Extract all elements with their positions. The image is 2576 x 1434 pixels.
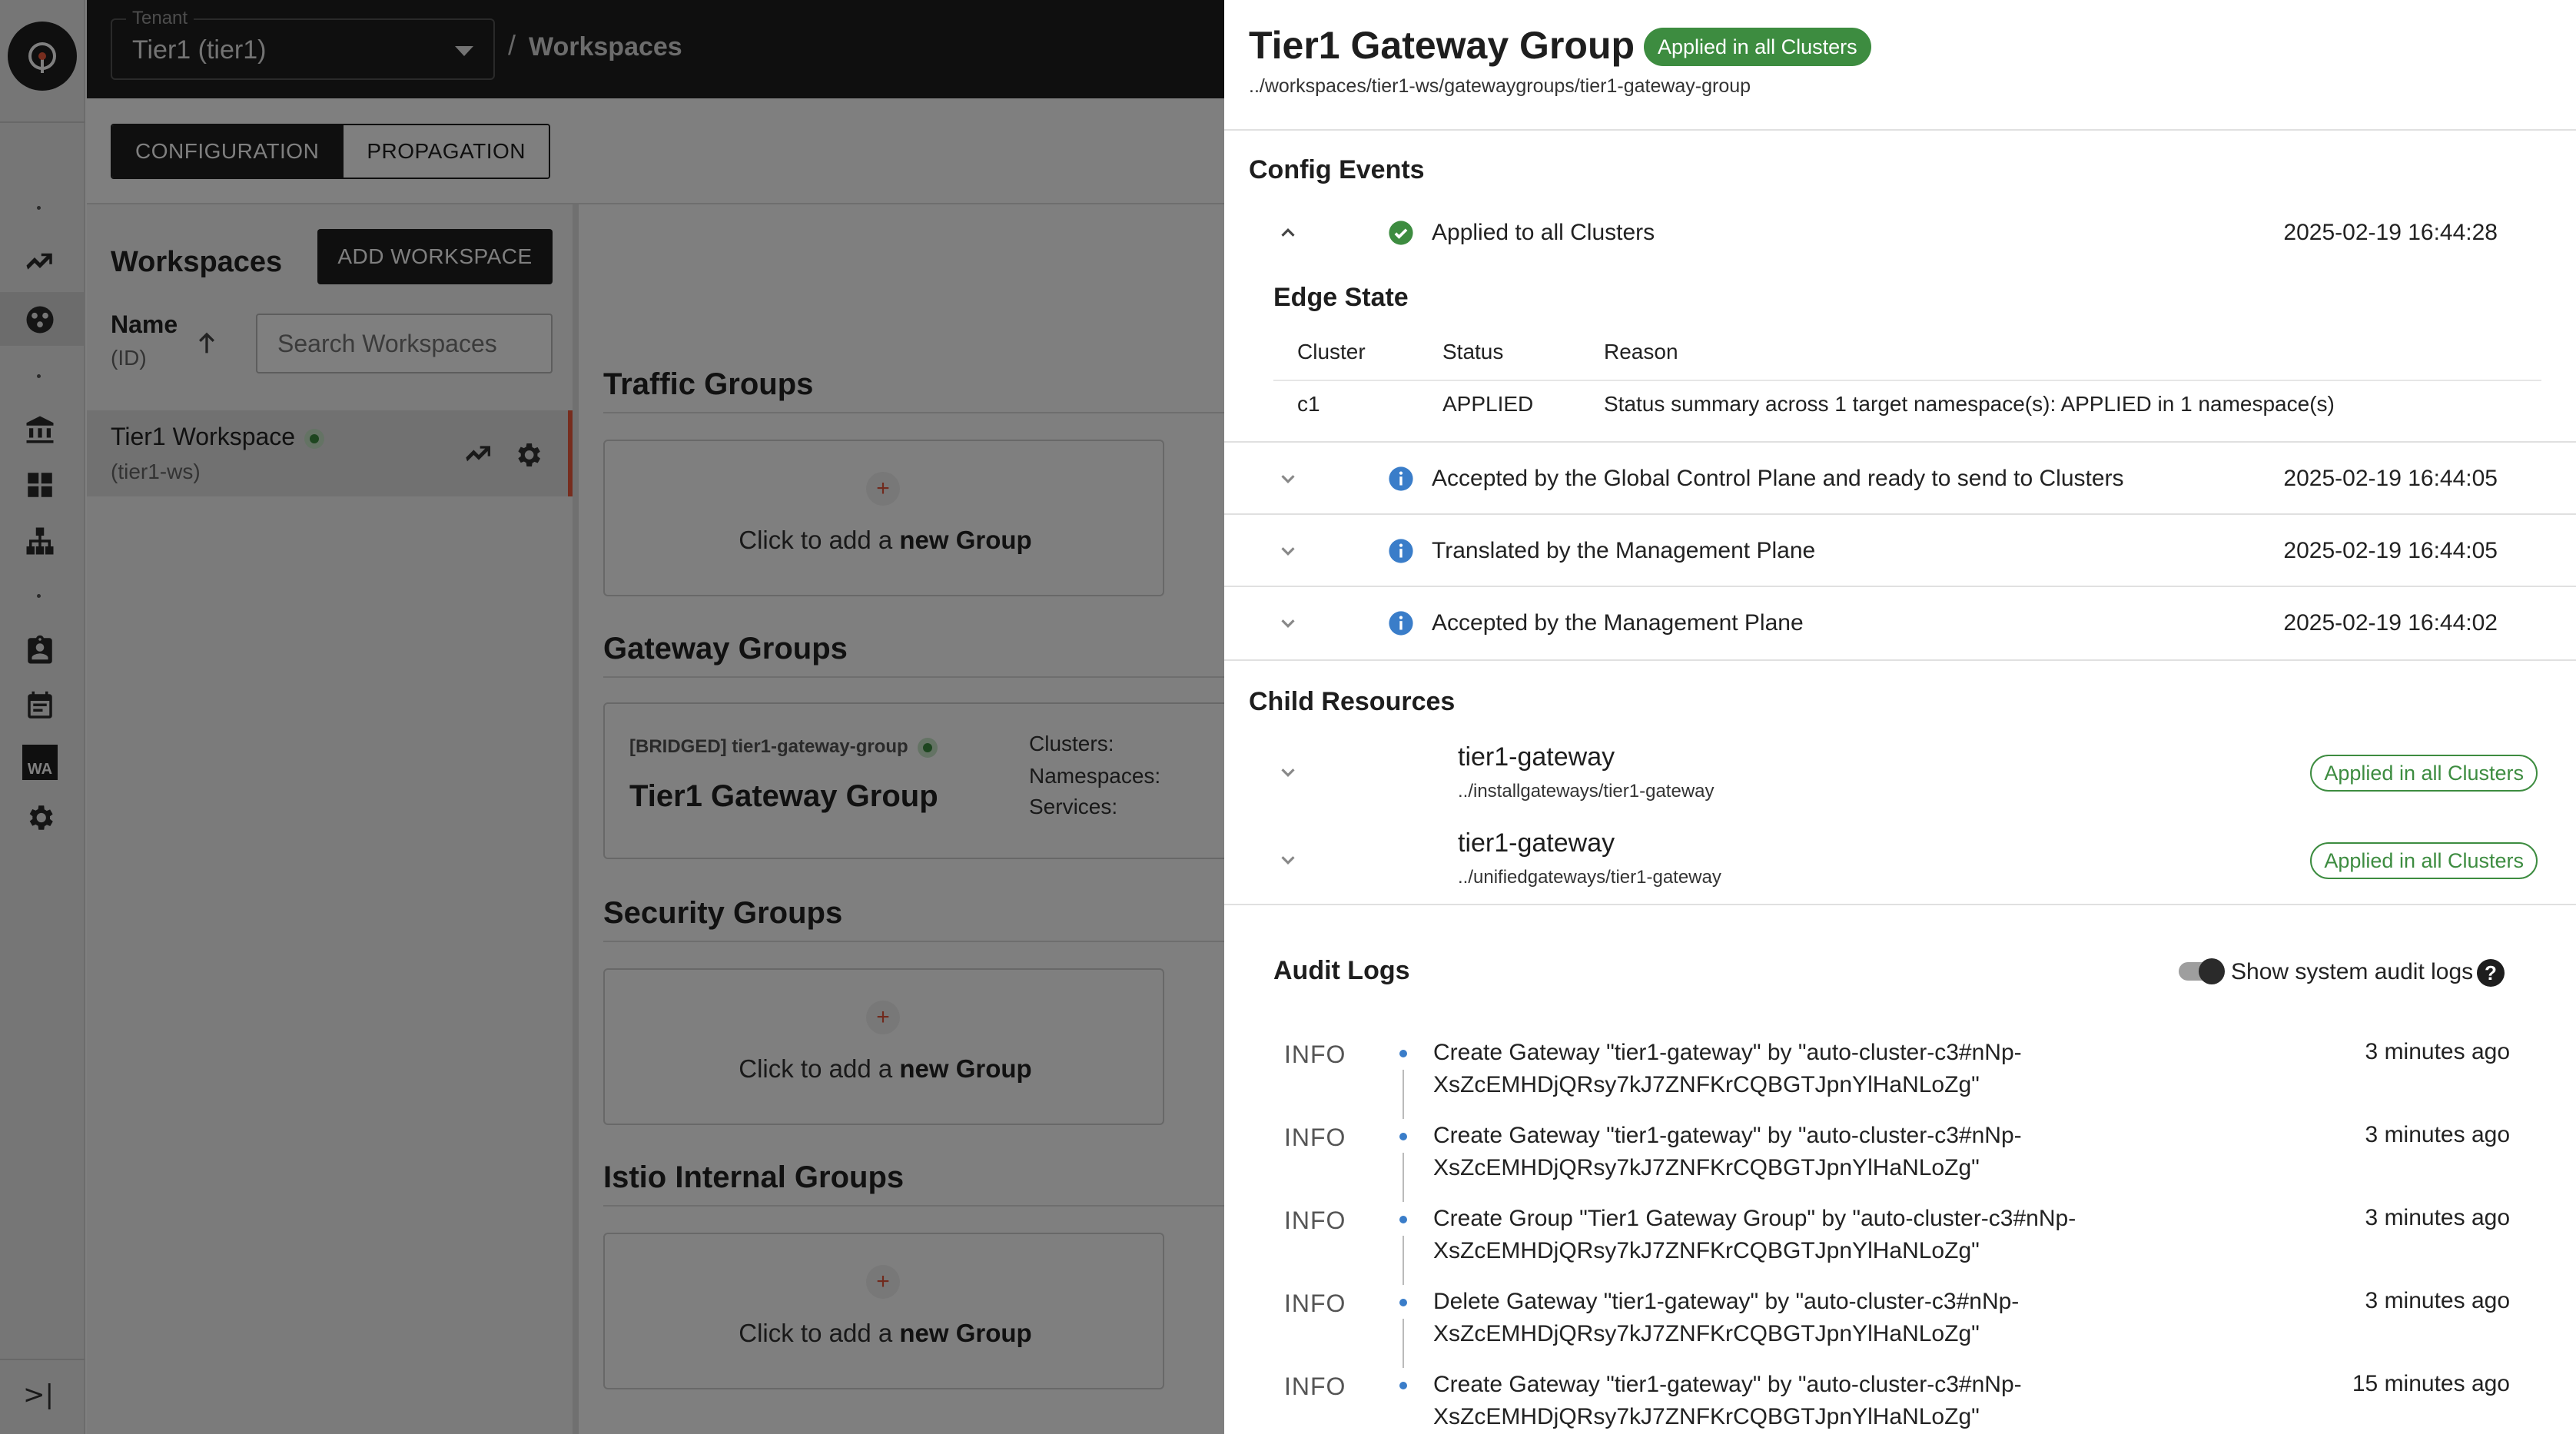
timeline-line [1403, 1153, 1404, 1202]
timeline-dot [1399, 1299, 1407, 1306]
section-divider [1224, 904, 2576, 905]
row-status: APPLIED [1442, 392, 1534, 416]
chevron-down-icon[interactable] [1276, 761, 1300, 784]
log-message-line: XsZcEMHDjQRsy7kJ7ZNFKrCQBGTJpnYlHaNLoZg" [1433, 1321, 1980, 1346]
log-message: Create Gateway "tier1-gateway" by "auto-… [1433, 1037, 2279, 1101]
log-message-line: Delete Gateway "tier1-gateway" by "auto-… [1433, 1289, 2020, 1314]
config-events-title: Config Events [1249, 155, 1425, 184]
info-circle-icon [1389, 466, 1413, 491]
log-message: Delete Gateway "tier1-gateway" by "auto-… [1433, 1286, 2279, 1350]
resource-path: ../workspaces/tier1-ws/gatewaygroups/tie… [1249, 75, 1751, 97]
timeline-dot [1399, 1382, 1407, 1389]
info-circle-icon [1389, 611, 1413, 636]
help-icon[interactable]: ? [2477, 959, 2505, 987]
timeline-dot [1399, 1133, 1407, 1140]
drawer-title: Tier1 Gateway Group [1249, 24, 1635, 67]
log-message-line: Create Gateway "tier1-gateway" by "auto-… [1433, 1372, 2022, 1397]
event-time: 2025-02-19 16:44:28 [2283, 220, 2498, 245]
event-time: 2025-02-19 16:44:02 [2283, 610, 2498, 636]
event-divider [1224, 586, 2576, 587]
log-time: 15 minutes ago [2352, 1371, 2510, 1396]
drawer-divider [1224, 129, 2576, 131]
log-message-line: XsZcEMHDjQRsy7kJ7ZNFKrCQBGTJpnYlHaNLoZg" [1433, 1404, 1980, 1429]
log-level: INFO [1284, 1124, 1346, 1151]
chevron-down-icon[interactable] [1276, 467, 1300, 490]
child-resource-name[interactable]: tier1-gateway [1458, 742, 1615, 772]
child-resources-title: Child Resources [1249, 687, 1456, 716]
chevron-down-icon[interactable] [1276, 539, 1300, 563]
reason-column-header: Reason [1604, 340, 1678, 363]
system-audit-toggle[interactable] [2179, 958, 2225, 984]
log-time: 3 minutes ago [2365, 1205, 2510, 1230]
timeline-dot [1399, 1050, 1407, 1057]
row-cluster: c1 [1297, 392, 1320, 416]
system-audit-toggle-label: Show system audit logs [2231, 959, 2474, 984]
log-message: Create Gateway "tier1-gateway" by "auto-… [1433, 1369, 2279, 1433]
cluster-column-header: Cluster [1297, 340, 1366, 363]
table-divider [1273, 380, 2541, 381]
status-badge: Applied in all Clusters [1644, 28, 1871, 66]
log-message-line: Create Gateway "tier1-gateway" by "auto-… [1433, 1123, 2022, 1148]
log-time: 3 minutes ago [2365, 1288, 2510, 1313]
modal-backdrop[interactable] [0, 0, 1224, 1434]
check-circle-icon [1389, 221, 1413, 245]
event-text: Translated by the Management Plane [1432, 538, 1816, 563]
child-resource-path: ../unifiedgateways/tier1-gateway [1458, 867, 1721, 888]
timeline-line [1403, 1070, 1404, 1119]
event-text: Accepted by the Global Control Plane and… [1432, 466, 2124, 491]
log-level: INFO [1284, 1373, 1346, 1400]
row-reason: Status summary across 1 target namespace… [1604, 392, 2335, 416]
child-resource-name[interactable]: tier1-gateway [1458, 828, 1615, 858]
log-message-line: XsZcEMHDjQRsy7kJ7ZNFKrCQBGTJpnYlHaNLoZg" [1433, 1238, 1980, 1263]
status-badge: Applied in all Clusters [2310, 842, 2538, 879]
event-divider [1224, 441, 2576, 443]
edge-state-title: Edge State [1273, 283, 1409, 312]
log-level: INFO [1284, 1207, 1346, 1234]
log-message-line: Create Gateway "tier1-gateway" by "auto-… [1433, 1040, 2022, 1065]
log-message: Create Group "Tier1 Gateway Group" by "a… [1433, 1203, 2279, 1267]
log-message: Create Gateway "tier1-gateway" by "auto-… [1433, 1120, 2279, 1184]
event-text: Accepted by the Management Plane [1432, 610, 1804, 636]
log-time: 3 minutes ago [2365, 1122, 2510, 1147]
log-message-line: Create Group "Tier1 Gateway Group" by "a… [1433, 1206, 2076, 1231]
event-time: 2025-02-19 16:44:05 [2283, 466, 2498, 491]
chevron-down-icon[interactable] [1276, 848, 1300, 871]
chevron-up-icon[interactable] [1276, 221, 1300, 244]
details-drawer: Tier1 Gateway Group Applied in all Clust… [1224, 0, 2576, 1434]
event-time: 2025-02-19 16:44:05 [2283, 538, 2498, 563]
child-resource-path: ../installgateways/tier1-gateway [1458, 781, 1715, 802]
timeline-line [1403, 1319, 1404, 1368]
log-time: 3 minutes ago [2365, 1039, 2510, 1064]
event-text: Applied to all Clusters [1432, 220, 1655, 245]
status-column-header: Status [1442, 340, 1504, 363]
log-message-line: XsZcEMHDjQRsy7kJ7ZNFKrCQBGTJpnYlHaNLoZg" [1433, 1155, 1980, 1180]
log-level: INFO [1284, 1041, 1346, 1068]
timeline-line [1403, 1236, 1404, 1285]
timeline-dot [1399, 1216, 1407, 1223]
info-circle-icon [1389, 539, 1413, 563]
section-divider [1224, 659, 2576, 661]
chevron-down-icon[interactable] [1276, 612, 1300, 635]
event-divider [1224, 513, 2576, 515]
log-level: INFO [1284, 1290, 1346, 1317]
status-badge: Applied in all Clusters [2310, 755, 2538, 792]
log-message-line: XsZcEMHDjQRsy7kJ7ZNFKrCQBGTJpnYlHaNLoZg" [1433, 1072, 1980, 1097]
audit-logs-title: Audit Logs [1273, 956, 1410, 985]
